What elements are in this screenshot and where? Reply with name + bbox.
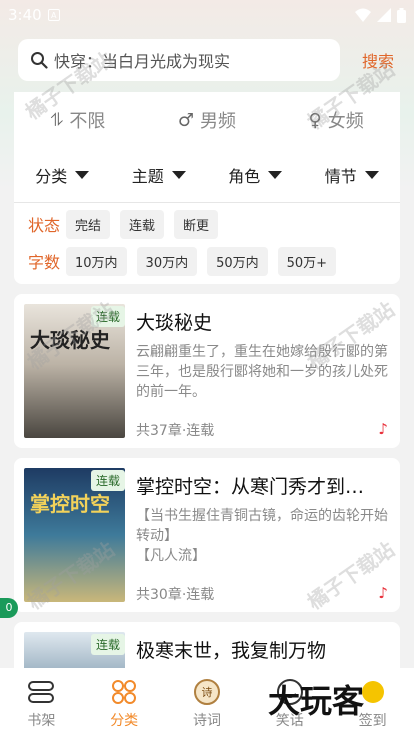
book-meta: 共37章·连载 [136,423,215,439]
tiktok-icon[interactable]: ♪ [378,584,388,602]
tab-category[interactable]: 分类 [84,668,164,730]
cover-title: 掌控时空 [30,492,110,516]
caret-down-icon [171,171,186,179]
word-count-tag[interactable]: 50万+ [277,246,337,276]
dropdown-label: 角色 [228,167,261,186]
tab-bookshelf[interactable]: 书架 [1,668,81,730]
dropdown-category[interactable]: 分类 [35,163,90,187]
dropdown-label: 主题 [131,167,164,186]
logo-text: 大玩客 [268,682,365,720]
tab-label: 书架 [27,713,56,729]
filter-panel: ⥮ 不限 ♂ 男频 ♀ 女频 分类 主题 角色 情节 状态 完结 连载 断更 字… [14,92,400,284]
divider [14,202,400,203]
status-label: 状态 [28,216,61,235]
caret-down-icon [364,171,379,179]
book-meta: 共30章·连载 [136,587,215,603]
male-icon: ♂ [177,109,194,131]
dropdown-label: 情节 [324,167,357,186]
dropdown-label: 分类 [35,167,68,186]
bookshelf-icon [28,681,55,703]
tiktok-icon[interactable]: ♪ [378,420,388,438]
svg-text:诗: 诗 [201,685,212,699]
wifi-icon [355,8,371,22]
caret-down-icon [75,171,90,179]
serializing-badge: 连载 [90,634,125,655]
word-count-tag[interactable]: 50万内 [207,246,268,276]
dropdown-plot[interactable]: 情节 [325,163,379,187]
book-title: 极寒末世，我复制万物 [136,640,327,662]
word-count-filter-row: 字数 10万内 30万内 50万内 50万+ [28,246,346,276]
category-icon [112,680,137,704]
dropdown-role[interactable]: 角色 [228,163,283,187]
gender-option-label: 男频 [200,111,236,132]
dropdown-theme[interactable]: 主题 [132,163,186,187]
notification-a-icon: A [47,9,60,21]
book-title: 掌控时空：从寒门秀才到… [136,476,365,498]
gender-option-all[interactable]: ⥮ 不限 [50,107,105,133]
signal-icon [377,8,391,22]
dropdown-filters: 分类 主题 角色 情节 [14,158,400,192]
book-description: 云翩翩重生了，重生在她嫁给殷行郾的第三年，也是殷行郾将她和一岁的孩儿处死的前一年… [136,344,388,400]
poem-icon: 诗 [193,679,220,705]
status-tag[interactable]: 连载 [120,209,165,239]
site-logo: 大玩客 [268,676,364,722]
side-count-badge[interactable]: 0 [0,598,18,618]
status-tag[interactable]: 断更 [174,209,219,239]
tab-poems[interactable]: 诗 诗词 [167,668,247,730]
tab-label: 诗词 [192,713,221,729]
caret-down-icon [268,171,283,179]
status-tag[interactable]: 完结 [66,209,111,239]
status-time: 3:40 [8,6,42,24]
serializing-badge: 连载 [90,470,125,491]
status-filter-row: 状态 完结 连载 断更 [28,209,228,239]
status-bar: 3:40 A [0,0,414,30]
tab-label: 分类 [110,713,139,729]
gender-option-male[interactable]: ♂ 男频 [178,107,236,133]
word-count-tag[interactable]: 30万内 [136,246,198,276]
search-icon [31,52,48,69]
word-count-label: 字数 [28,253,61,272]
battery-icon [397,7,406,23]
gender-option-label: 不限 [69,111,106,132]
word-count-tag[interactable]: 10万内 [66,246,127,276]
